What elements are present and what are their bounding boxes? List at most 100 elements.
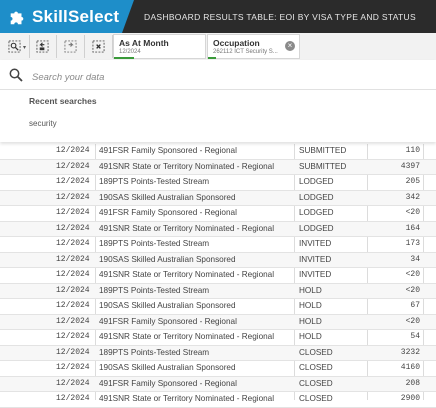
search-icon bbox=[9, 68, 23, 82]
table-row[interactable]: 12/2024 189PTS Points-Tested Stream HOLD… bbox=[0, 283, 436, 299]
cell-month: 12/2024 bbox=[56, 208, 90, 217]
toolbar-divider bbox=[29, 35, 30, 58]
cell-visa-type: 190SAS Skilled Australian Sponsored bbox=[99, 301, 236, 310]
cell-status: LODGED bbox=[299, 223, 334, 233]
table-row[interactable]: 12/2024 491FSR Family Sponsored - Region… bbox=[0, 144, 436, 160]
cell-count: 54 bbox=[410, 332, 420, 341]
table-row[interactable]: 12/2024 190SAS Skilled Australian Sponso… bbox=[0, 190, 436, 206]
cell-visa-type: 189PTS Points-Tested Stream bbox=[99, 285, 210, 295]
cell-count: <20 bbox=[405, 285, 420, 295]
cell-status: HOLD bbox=[299, 285, 322, 295]
cell-visa-type: 491FSR Family Sponsored - Regional bbox=[99, 208, 237, 217]
selection-field-title: Occupation bbox=[213, 38, 260, 48]
cell-count: <20 bbox=[405, 316, 420, 326]
app-logo[interactable]: SkillSelect bbox=[0, 0, 134, 33]
cell-month: 12/2024 bbox=[56, 394, 90, 403]
search-input[interactable] bbox=[30, 68, 414, 86]
selection-field-value: 262112 ICT Security S... bbox=[213, 49, 278, 55]
cell-count: 4397 bbox=[400, 161, 420, 171]
cell-visa-type: 491SNR State or Territory Nominated - Re… bbox=[99, 332, 275, 341]
table-row[interactable]: 12/2024 491SNR State or Territory Nomina… bbox=[0, 268, 436, 284]
cell-visa-type: 491SNR State or Territory Nominated - Re… bbox=[99, 270, 275, 279]
cell-count: 342 bbox=[405, 192, 420, 202]
cell-status: CLOSED bbox=[299, 347, 333, 357]
cell-count: 164 bbox=[405, 223, 420, 233]
cell-month: 12/2024 bbox=[56, 254, 90, 264]
cell-month: 12/2024 bbox=[56, 332, 90, 341]
selection-as-at-month[interactable]: As At Month 12/2024 bbox=[113, 34, 206, 59]
cell-count: 3232 bbox=[400, 347, 420, 357]
clear-selections-button[interactable] bbox=[90, 38, 106, 54]
table-row[interactable]: 12/2024 491FSR Family Sponsored - Region… bbox=[0, 376, 436, 392]
cell-status: HOLD bbox=[299, 332, 322, 341]
cell-status: SUBMITTED bbox=[299, 146, 347, 155]
step-back-button[interactable] bbox=[34, 38, 50, 54]
cell-status: HOLD bbox=[299, 316, 322, 326]
cell-month: 12/2024 bbox=[56, 363, 90, 372]
cell-month: 12/2024 bbox=[56, 146, 90, 155]
app-logo-text: SkillSelect bbox=[32, 6, 120, 26]
smart-search-button[interactable] bbox=[6, 38, 22, 54]
selection-occupation[interactable]: Occupation 262112 ICT Security S... × bbox=[207, 34, 300, 59]
page-title: DASHBOARD RESULTS TABLE: EOI BY VISA TYP… bbox=[144, 11, 416, 22]
table-row[interactable]: 12/2024 190SAS Skilled Australian Sponso… bbox=[0, 299, 436, 315]
selection-field-title: As At Month bbox=[119, 38, 169, 48]
table-row[interactable]: 12/2024 491SNR State or Territory Nomina… bbox=[0, 221, 436, 237]
table-row[interactable]: 12/2024 491SNR State or Territory Nomina… bbox=[0, 330, 436, 346]
cell-count: 4160 bbox=[400, 363, 420, 372]
selection-field-value: 12/2024 bbox=[119, 49, 141, 55]
table-row[interactable]: 12/2024 189PTS Points-Tested Stream LODG… bbox=[0, 175, 436, 191]
toolbar-divider bbox=[84, 35, 85, 58]
cell-visa-type: 190SAS Skilled Australian Sponsored bbox=[99, 192, 236, 202]
cell-month: 12/2024 bbox=[56, 378, 90, 388]
cell-status: CLOSED bbox=[299, 394, 333, 403]
step-back-icon bbox=[35, 39, 49, 53]
table-row[interactable]: 12/2024 491FSR Family Sponsored - Region… bbox=[0, 314, 436, 330]
cell-visa-type: 189PTS Points-Tested Stream bbox=[99, 347, 210, 357]
cell-count: 205 bbox=[405, 177, 420, 186]
cell-month: 12/2024 bbox=[56, 239, 90, 248]
cell-count: 110 bbox=[405, 146, 420, 155]
cell-visa-type: 189PTS Points-Tested Stream bbox=[99, 239, 210, 248]
cell-visa-type: 491FSR Family Sponsored - Regional bbox=[99, 316, 237, 326]
clear-selections-icon bbox=[91, 39, 105, 53]
cell-month: 12/2024 bbox=[56, 301, 90, 310]
table-row[interactable]: 12/2024 189PTS Points-Tested Stream CLOS… bbox=[0, 345, 436, 361]
search-panel: Recent searches security bbox=[0, 60, 436, 142]
recent-search-item[interactable]: security bbox=[29, 119, 57, 128]
cell-visa-type: 491FSR Family Sponsored - Regional bbox=[99, 146, 237, 155]
table-row[interactable]: 12/2024 190SAS Skilled Australian Sponso… bbox=[0, 252, 436, 268]
cell-status: SUBMITTED bbox=[299, 161, 347, 171]
cell-count: <20 bbox=[405, 208, 420, 217]
cell-month: 12/2024 bbox=[56, 347, 90, 357]
cell-status: LODGED bbox=[299, 192, 334, 202]
cell-status: CLOSED bbox=[299, 378, 333, 388]
cell-count: 67 bbox=[410, 301, 420, 310]
cell-month: 12/2024 bbox=[56, 177, 90, 186]
dropdown-caret-icon[interactable]: ▾ bbox=[23, 44, 26, 51]
step-forward-icon bbox=[63, 39, 77, 53]
cell-count: 34 bbox=[410, 254, 420, 264]
cell-month: 12/2024 bbox=[56, 316, 90, 326]
app-header: SkillSelect DASHBOARD RESULTS TABLE: EOI… bbox=[0, 0, 436, 33]
table-row[interactable]: 12/2024 491SNR State or Territory Nomina… bbox=[0, 159, 436, 175]
table-row[interactable]: 12/2024 491FSR Family Sponsored - Region… bbox=[0, 206, 436, 222]
cell-count: 208 bbox=[405, 378, 420, 388]
cell-status: LODGED bbox=[299, 208, 334, 217]
search-divider bbox=[0, 89, 436, 90]
cell-month: 12/2024 bbox=[56, 161, 90, 171]
clear-selection-icon[interactable]: × bbox=[285, 41, 295, 51]
cell-visa-type: 491SNR State or Territory Nominated - Re… bbox=[99, 161, 275, 171]
results-table: 12/2024 491FSR Family Sponsored - Region… bbox=[0, 144, 436, 408]
cell-visa-type: 190SAS Skilled Australian Sponsored bbox=[99, 254, 236, 264]
cell-visa-type: 491FSR Family Sponsored - Regional bbox=[99, 378, 237, 388]
toolbar-divider bbox=[56, 35, 57, 58]
smart-search-icon bbox=[7, 39, 21, 53]
table-row[interactable]: 12/2024 189PTS Points-Tested Stream INVI… bbox=[0, 237, 436, 253]
cell-visa-type: 491SNR State or Territory Nominated - Re… bbox=[99, 394, 275, 403]
step-forward-button[interactable] bbox=[62, 38, 78, 54]
cell-visa-type: 491SNR State or Territory Nominated - Re… bbox=[99, 223, 275, 233]
selection-state-bar bbox=[208, 57, 216, 59]
table-row[interactable]: 12/2024 190SAS Skilled Australian Sponso… bbox=[0, 361, 436, 377]
cell-month: 12/2024 bbox=[56, 270, 90, 279]
